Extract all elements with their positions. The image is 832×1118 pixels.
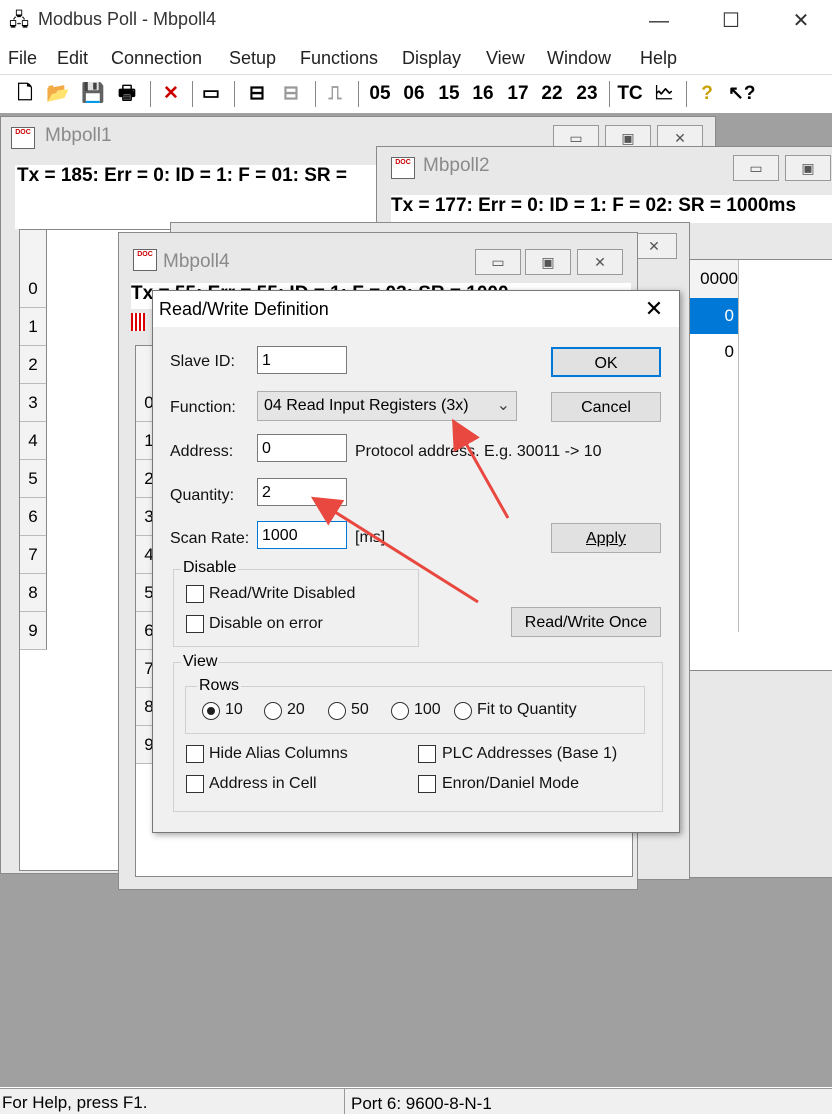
arrow-to-quantity [310,496,479,604]
annotation-arrows [310,418,510,604]
status-bar: For Help, press F1. Port 6: 9600-8-N-1 [0,1088,832,1114]
status-help-text: For Help, press F1. [2,1093,148,1112]
arrow-to-function [452,418,510,519]
status-port-text: Port 6: 9600-8-N-1 [344,1089,492,1114]
